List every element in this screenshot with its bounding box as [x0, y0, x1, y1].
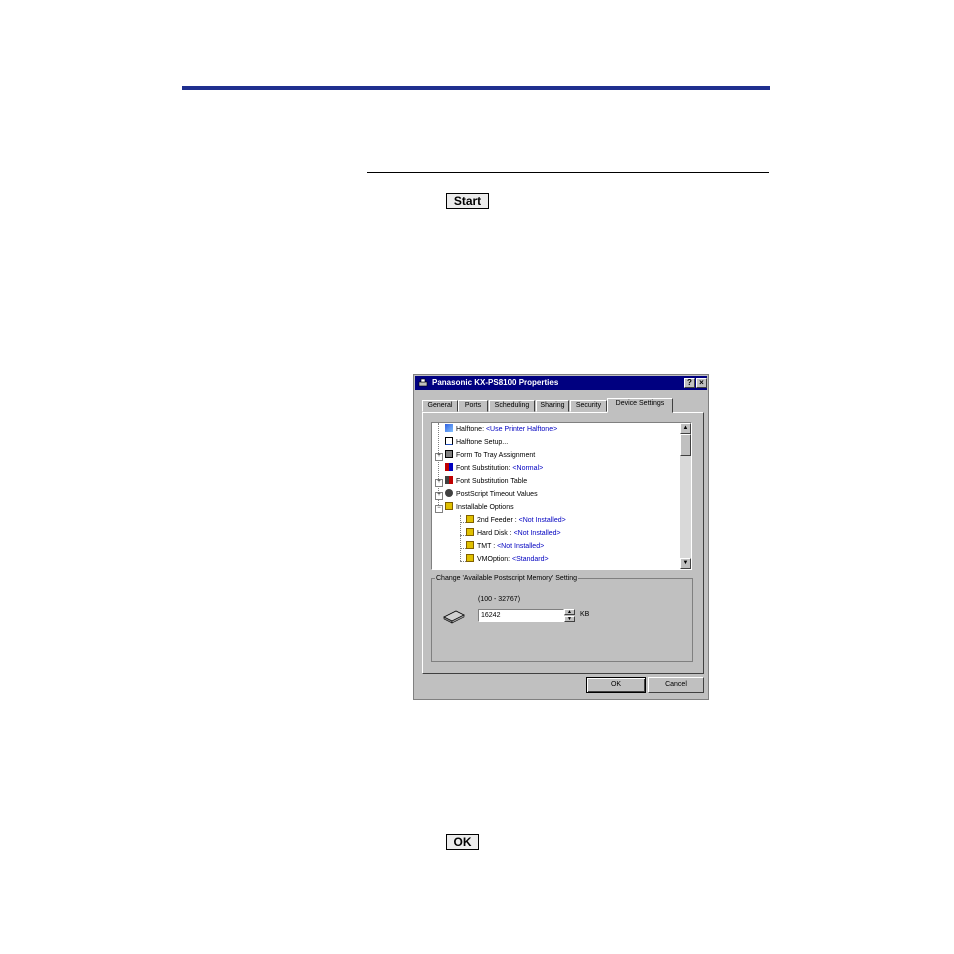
- memory-setting-label: Change 'Available Postscript Memory' Set…: [435, 574, 579, 583]
- tab-ports[interactable]: Ports: [458, 400, 488, 412]
- expand-icon[interactable]: +: [435, 492, 443, 500]
- ok-key-label: OK: [446, 834, 479, 850]
- tree-item-postscript-timeout[interactable]: PostScript Timeout Values: [445, 488, 538, 501]
- device-settings-tree[interactable]: + + + − Halftone: <Use Printer Halftone>…: [431, 422, 692, 570]
- tab-security[interactable]: Security: [570, 400, 607, 412]
- spin-up-icon[interactable]: ▲: [564, 609, 575, 615]
- option-icon: [466, 528, 474, 537]
- scroll-thumb[interactable]: [680, 434, 691, 456]
- tab-device-settings[interactable]: Device Settings: [607, 398, 673, 413]
- option-icon: [466, 541, 474, 550]
- tree-item-font-substitution[interactable]: Font Substitution: <Normal>: [445, 462, 543, 475]
- tray-icon: [445, 450, 453, 459]
- tree-item-form-to-tray[interactable]: Form To Tray Assignment: [445, 449, 535, 462]
- spin-down-icon[interactable]: ▼: [564, 616, 575, 622]
- tree-item-installable-options[interactable]: Installable Options: [445, 501, 514, 514]
- ok-button[interactable]: OK: [586, 677, 646, 693]
- dialog-title: Panasonic KX-PS8100 Properties: [432, 378, 559, 387]
- timeout-icon: [445, 489, 453, 498]
- section-divider: [367, 172, 769, 173]
- scroll-down-icon[interactable]: ▼: [680, 558, 691, 569]
- tree-item-font-substitution-table[interactable]: Font Substitution Table: [445, 475, 527, 488]
- properties-dialog: Panasonic KX-PS8100 Properties ? × Gener…: [413, 374, 709, 700]
- tree-item-halftone-setup[interactable]: Halftone Setup...: [445, 436, 508, 449]
- header-rule: [182, 86, 770, 90]
- title-bar[interactable]: Panasonic KX-PS8100 Properties ? ×: [415, 376, 707, 390]
- tree-item-2nd-feeder[interactable]: 2nd Feeder : <Not Installed>: [466, 514, 566, 527]
- help-button[interactable]: ?: [684, 378, 695, 388]
- expand-icon[interactable]: +: [435, 453, 443, 461]
- scroll-up-icon[interactable]: ▲: [680, 423, 691, 434]
- halftone-icon: [445, 424, 453, 433]
- memory-chip-icon: [443, 610, 465, 624]
- tree-scrollbar[interactable]: ▲ ▼: [680, 423, 691, 569]
- tab-general[interactable]: General: [422, 400, 458, 412]
- tree-item-hard-disk[interactable]: Hard Disk : <Not Installed>: [466, 527, 561, 540]
- memory-input[interactable]: 16242: [478, 609, 564, 622]
- option-icon: [466, 515, 474, 524]
- close-button[interactable]: ×: [696, 378, 707, 388]
- tree-item-halftone[interactable]: Halftone: <Use Printer Halftone>: [445, 423, 557, 436]
- memory-unit-label: KB: [580, 611, 590, 618]
- collapse-icon[interactable]: −: [435, 505, 443, 513]
- tab-sharing[interactable]: Sharing: [536, 400, 569, 412]
- tree-item-vmoption[interactable]: VMOption: <Standard>: [466, 553, 549, 566]
- cancel-button[interactable]: Cancel: [648, 677, 704, 693]
- font-table-icon: [445, 476, 453, 485]
- options-folder-icon: [445, 502, 453, 511]
- tab-scheduling[interactable]: Scheduling: [489, 400, 535, 412]
- start-key-label: Start: [446, 193, 489, 209]
- memory-spinner[interactable]: ▲ ▼: [564, 609, 575, 622]
- printer-icon: [418, 378, 428, 387]
- font-icon: [445, 463, 453, 472]
- tree-item-tmt[interactable]: TMT : <Not Installed>: [466, 540, 544, 553]
- halftone-setup-icon: [445, 437, 453, 446]
- memory-range-label: (100 - 32767): [478, 596, 521, 603]
- option-icon: [466, 554, 474, 563]
- expand-icon[interactable]: +: [435, 479, 443, 487]
